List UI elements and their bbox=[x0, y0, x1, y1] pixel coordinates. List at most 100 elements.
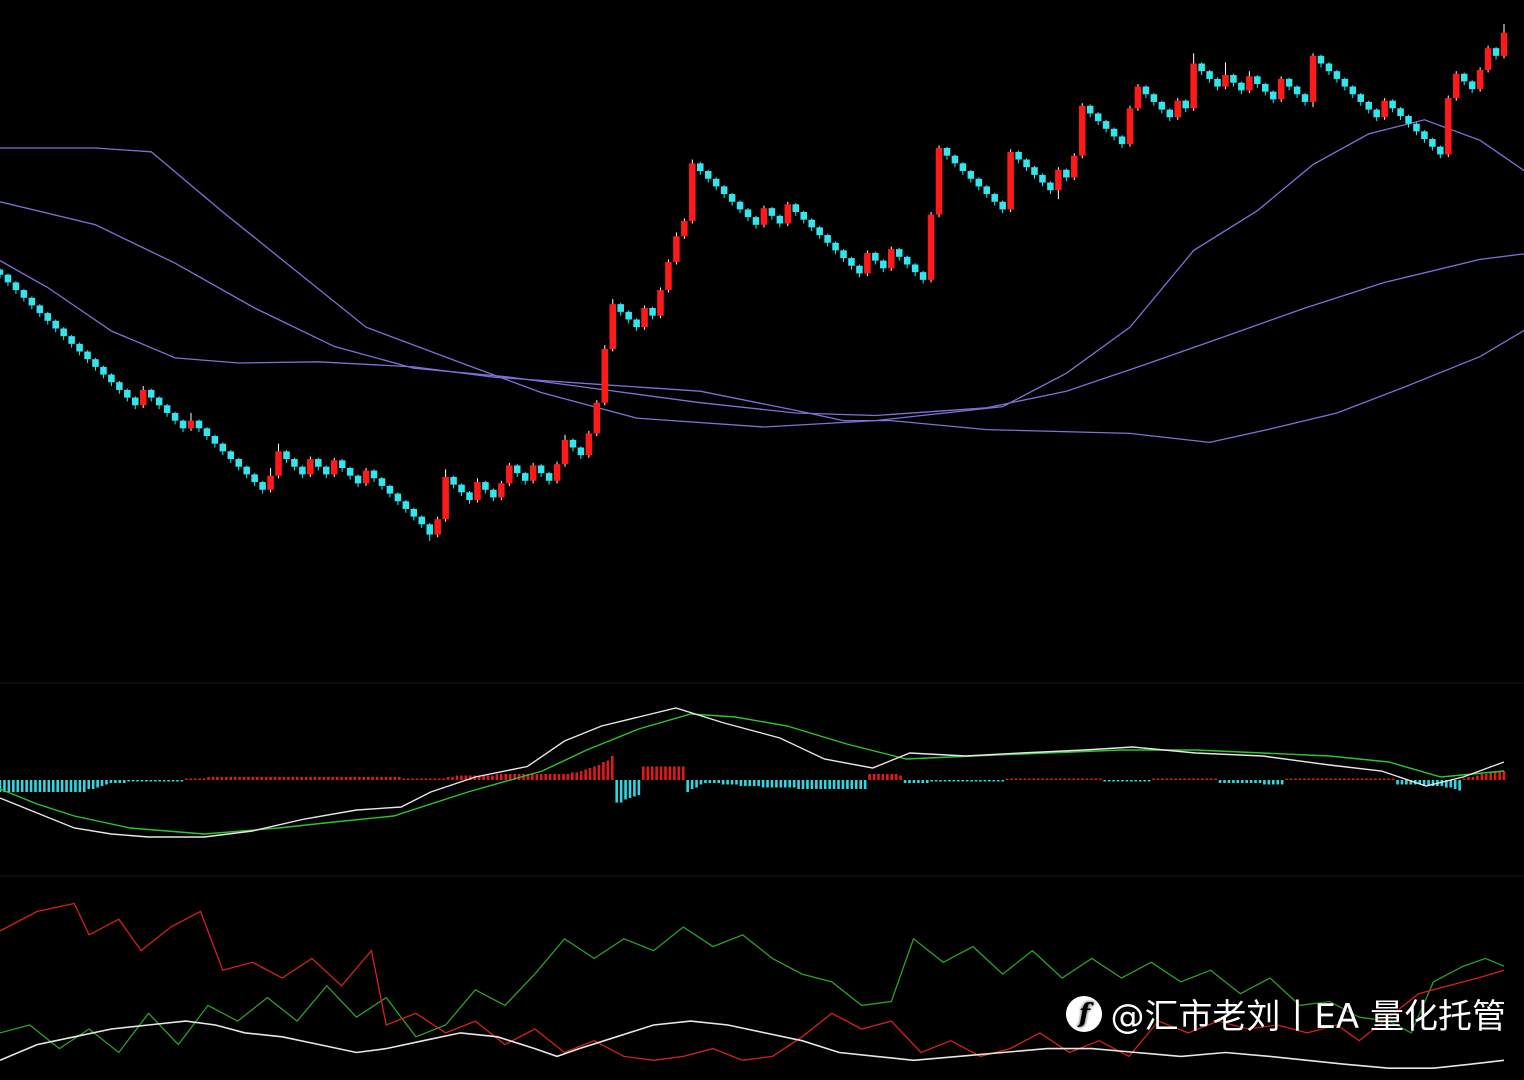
macd-histogram-bar bbox=[757, 780, 760, 786]
candle-down bbox=[20, 290, 28, 298]
macd-histogram-bar bbox=[1041, 778, 1044, 780]
macd-histogram-bar bbox=[797, 780, 800, 789]
candle-up bbox=[1445, 98, 1452, 155]
candle-down bbox=[697, 163, 704, 172]
candle-down bbox=[704, 171, 712, 179]
candle-down bbox=[1405, 116, 1412, 124]
candle-up bbox=[506, 465, 513, 484]
macd-histogram-bar bbox=[1267, 780, 1271, 785]
candle-down bbox=[1214, 78, 1221, 87]
candle-up bbox=[553, 464, 561, 481]
candle-down bbox=[1118, 136, 1126, 145]
macd-histogram-bar bbox=[202, 778, 206, 780]
macd-histogram-bar bbox=[340, 777, 343, 780]
candle-up bbox=[498, 483, 505, 498]
candle-down bbox=[720, 186, 728, 195]
macd-histogram-bar bbox=[1143, 780, 1146, 782]
macd-histogram-bar bbox=[149, 780, 153, 782]
macd-histogram-bar bbox=[792, 780, 796, 788]
macd-histogram-bar bbox=[1138, 780, 1142, 782]
macd-histogram-bar bbox=[327, 777, 330, 780]
macd-histogram-bar bbox=[850, 780, 854, 789]
macd-histogram-bar bbox=[1462, 778, 1466, 780]
macd-histogram-bar bbox=[1245, 780, 1248, 783]
macd-histogram-bar bbox=[278, 777, 281, 780]
macd-histogram-bar bbox=[389, 777, 392, 780]
macd-histogram-bar bbox=[358, 777, 361, 780]
macd-histogram-bar bbox=[437, 778, 441, 780]
candle-down bbox=[744, 209, 752, 218]
macd-histogram-bar bbox=[371, 777, 374, 780]
macd-histogram-bar bbox=[863, 780, 867, 789]
candle-down bbox=[100, 366, 107, 375]
macd-histogram-bar bbox=[1307, 778, 1311, 780]
macd-histogram-bar bbox=[1489, 772, 1492, 780]
macd-histogram-bar bbox=[362, 777, 366, 780]
macd-histogram-bar bbox=[1116, 780, 1120, 782]
candle-down bbox=[195, 420, 203, 429]
candle-down bbox=[792, 204, 800, 212]
macd-histogram-bar bbox=[921, 780, 925, 783]
candle-down bbox=[776, 215, 784, 224]
macd-histogram-bar bbox=[1369, 778, 1373, 780]
macd-histogram-bar bbox=[1303, 778, 1306, 780]
macd-histogram-bar bbox=[1311, 778, 1315, 780]
candle-up bbox=[474, 482, 481, 500]
macd-histogram-bar bbox=[442, 778, 445, 780]
macd-histogram-bar bbox=[810, 780, 814, 789]
macd-histogram-bar bbox=[659, 766, 663, 780]
candle-down bbox=[418, 516, 426, 525]
macd-histogram-bar bbox=[1338, 778, 1342, 780]
candle-down bbox=[919, 272, 927, 280]
candle-down bbox=[1206, 71, 1213, 79]
macd-histogram-bar bbox=[411, 778, 414, 780]
macd-histogram-bar bbox=[500, 774, 503, 780]
macd-histogram-bar bbox=[739, 780, 743, 786]
macd-histogram-bar bbox=[970, 780, 973, 782]
candle-up bbox=[760, 208, 768, 225]
candle-down bbox=[943, 148, 951, 156]
macd-histogram-bar bbox=[25, 780, 28, 792]
macd-histogram-bar bbox=[859, 780, 862, 789]
candle-down bbox=[283, 451, 290, 460]
macd-histogram-bar bbox=[1272, 780, 1275, 785]
macd-histogram-bar bbox=[1342, 778, 1346, 780]
macd-histogram-bar bbox=[1467, 777, 1470, 780]
candle-down bbox=[0, 269, 4, 275]
macd-histogram-bar bbox=[637, 780, 641, 795]
macd-histogram-bar bbox=[979, 780, 982, 782]
macd-histogram-bar bbox=[300, 777, 303, 780]
macd-histogram-bar bbox=[575, 772, 579, 780]
macd-histogram-bar bbox=[65, 780, 68, 792]
candle-down bbox=[346, 468, 354, 476]
candle-up bbox=[275, 451, 282, 476]
macd-histogram-bar bbox=[353, 777, 357, 780]
macd-histogram-bar bbox=[118, 780, 122, 783]
macd-histogram-bar bbox=[571, 772, 574, 780]
candle-up bbox=[1381, 100, 1388, 118]
candle-down bbox=[482, 482, 489, 490]
candle-up bbox=[784, 204, 792, 224]
macd-histogram-bar bbox=[1125, 780, 1129, 782]
macd-histogram-bar bbox=[1023, 778, 1027, 780]
macd-histogram-bar bbox=[1249, 780, 1253, 783]
candle-down bbox=[402, 501, 410, 509]
macd-histogram-bar bbox=[349, 777, 352, 780]
macd-histogram-bar bbox=[216, 777, 219, 780]
macd-histogram-bar bbox=[1396, 780, 1399, 785]
macd-histogram-bar bbox=[122, 780, 126, 783]
candle-up bbox=[657, 290, 664, 316]
macd-histogram-bar bbox=[100, 780, 104, 786]
macd-histogram-bar bbox=[455, 775, 459, 780]
candle-down bbox=[1357, 94, 1365, 102]
macd-histogram-bar bbox=[220, 777, 224, 780]
macd-histogram-bar bbox=[402, 778, 406, 780]
candle-down bbox=[1110, 128, 1118, 137]
candle-down bbox=[179, 420, 187, 429]
macd-histogram-bar bbox=[1147, 780, 1151, 782]
macd-histogram-bar bbox=[242, 777, 246, 780]
candle-down bbox=[132, 397, 139, 406]
macd-histogram-bar bbox=[1294, 778, 1297, 780]
candle-up bbox=[561, 439, 569, 465]
candle-down bbox=[856, 265, 863, 274]
